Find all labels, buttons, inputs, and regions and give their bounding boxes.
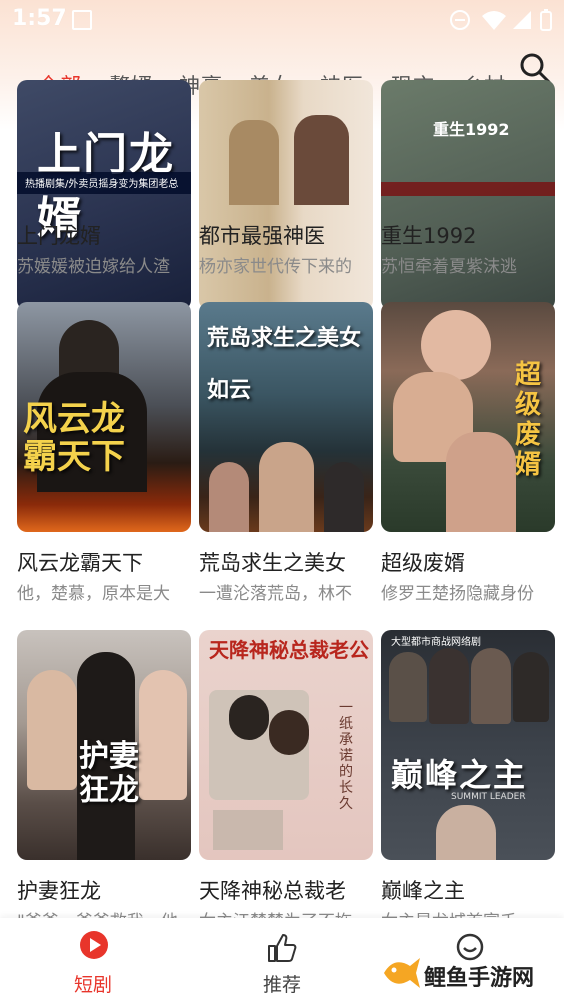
drama-description: 杨亦家世代传下来的 [199,257,352,277]
status-bar: 1:57 [0,0,564,38]
drama-title: 风云龙霸天下 [17,551,143,575]
poster-caption: 热播剧集/外卖员摇身变为集团老总 [25,179,179,190]
drama-poster[interactable]: 大型都市商战网络剧 巅峰之主 SUMMIT LEADER [381,630,555,860]
watermark: 鲤鱼手游网 [380,950,564,1000]
drama-title: 重生1992 [381,224,477,248]
battery-icon [540,9,552,31]
poster-caption: 大型都市商战网络剧 [391,637,481,648]
drama-title: 护妻狂龙 [17,879,101,903]
drama-description: 修罗王楚扬隐藏身份 [381,584,534,604]
poster-title: 荒岛求生之美女如云 [207,325,362,403]
drama-description: 苏恒牵着夏紫沫逃 [381,257,517,277]
drama-title: 巅峰之主 [381,879,465,903]
drama-title: 上门龙婿 [17,224,101,248]
drama-title: 荒岛求生之美女 [199,551,346,575]
drama-poster[interactable]: 护妻狂龙 [17,630,191,860]
drama-title: 天降神秘总裁老 [199,879,346,903]
alarm-icon [450,10,470,30]
poster-title: 巅峰之主 [391,756,528,794]
drama-poster[interactable]: 风云龙霸天下 [17,302,191,532]
notification-icon [72,10,92,30]
watermark-text: 鲤鱼手游网 [424,966,535,991]
drama-poster[interactable]: 超级废婿 [381,302,555,532]
drama-description: 他，楚慕，原本是大 [17,584,170,604]
nav-recommend[interactable]: 推荐 [222,918,342,1003]
signal-icon [513,11,531,29]
poster-title: 护妻狂龙 [79,739,139,808]
status-time: 1:57 [12,6,67,31]
drama-poster[interactable]: 天降神秘总裁老公 一纸承诺的长久 [199,630,373,860]
nav-label: 推荐 [262,974,301,996]
nav-label: 短剧 [73,974,112,996]
drama-title: 都市最强神医 [199,224,325,248]
drama-title: 超级废婿 [381,551,465,575]
poster-title: 天降神秘总裁老公 [209,638,369,662]
play-icon [80,931,108,959]
drama-poster[interactable]: 荒岛求生之美女如云 [199,302,373,532]
wifi-icon [482,11,506,30]
drama-description: 苏媛媛被迫嫁给人渣 [17,257,170,277]
poster-subtitle: SUMMIT LEADER [451,792,526,802]
drama-description: 一遭沦落荒岛，林不 [199,584,352,604]
fish-logo-icon [384,958,420,988]
poster-title: 风云龙霸天下 [23,399,125,477]
poster-caption: 重生1992 [433,120,510,139]
poster-title: 超级废婿 [515,360,542,480]
thumbs-up-icon [268,934,297,962]
poster-tagline: 一纸承诺的长久 [339,700,353,812]
nav-short-drama[interactable]: 短剧 [33,918,153,1003]
